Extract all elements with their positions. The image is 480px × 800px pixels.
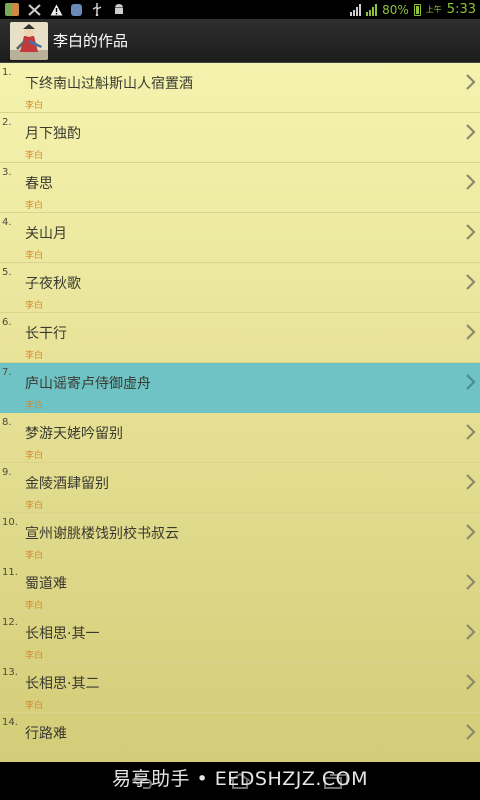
list-item-title: 庐山谣寄卢侍御虚舟 bbox=[25, 376, 151, 392]
app-bar: 李白的作品 bbox=[0, 19, 480, 63]
list-item-title: 长相思·其二 bbox=[25, 676, 100, 692]
list-item-index: 3. bbox=[2, 167, 12, 178]
list-item-title: 下终南山过斛斯山人宿置酒 bbox=[25, 76, 193, 92]
list-item-author: 李白 bbox=[25, 701, 44, 711]
app-grid-icon bbox=[5, 3, 19, 16]
status-bar: 80% 上午 5:33 bbox=[0, 0, 480, 19]
chevron-right-icon bbox=[466, 424, 476, 440]
clock-ampm: 上午 bbox=[425, 5, 442, 14]
list-item-author: 李白 bbox=[25, 651, 44, 661]
list-item-author: 李白 bbox=[25, 501, 44, 511]
list-item-author: 李白 bbox=[25, 101, 44, 111]
poem-list: 1. 下终南山过斛斯山人宿置酒 李白 2. 月下独酌 李白 3. 春思 李白 4. 关山月 李白 5. 子… bbox=[0, 63, 480, 762]
chevron-right-icon bbox=[466, 674, 476, 690]
status-bar-system: 80% 上午 5:33 bbox=[350, 2, 480, 17]
list-item[interactable]: 10. 宣州谢朓楼饯别校书叔云李白 bbox=[0, 513, 480, 563]
navigation-bar bbox=[0, 762, 480, 800]
page-title: 李白的作品 bbox=[53, 32, 129, 50]
list-item-title: 宣州谢朓楼饯别校书叔云 bbox=[25, 526, 179, 542]
back-button[interactable] bbox=[131, 772, 157, 790]
list-item[interactable]: 11. 蜀道难李白 bbox=[0, 563, 480, 613]
list-item-index: 10. bbox=[2, 517, 18, 528]
status-bar-notifications bbox=[0, 3, 350, 16]
list-item[interactable]: 5. 子夜秋歌李白 bbox=[0, 263, 480, 313]
chevron-right-icon bbox=[466, 74, 476, 90]
list-item[interactable]: 12. 长相思·其一李白 bbox=[0, 613, 480, 663]
chevron-right-icon bbox=[466, 324, 476, 340]
list-item-index: 7. bbox=[2, 367, 12, 378]
list-item-title: 月下独酌 bbox=[25, 126, 81, 142]
signal-strength-icon bbox=[350, 3, 362, 16]
list-item-title: 长相思·其一 bbox=[25, 626, 100, 642]
chevron-right-icon bbox=[466, 274, 476, 290]
list-item-author: 李白 bbox=[25, 551, 44, 561]
list-item[interactable]: 3. 春思李白 bbox=[0, 163, 480, 213]
list-item-author: 李白 bbox=[25, 301, 44, 311]
chevron-right-icon bbox=[466, 524, 476, 540]
list-item[interactable]: 13. 长相思·其二李白 bbox=[0, 663, 480, 713]
warning-icon bbox=[49, 3, 63, 16]
list-item-index: 5. bbox=[2, 267, 12, 278]
list-item[interactable]: 9. 金陵酒肆留别李白 bbox=[0, 463, 480, 513]
android-icon bbox=[112, 3, 126, 16]
list-item-index: 6. bbox=[2, 317, 12, 328]
list-item-index: 1. bbox=[2, 67, 12, 78]
list-item-index: 9. bbox=[2, 467, 12, 478]
list-item[interactable]: 1. 下终南山过斛斯山人宿置酒李白 bbox=[0, 63, 480, 113]
list-item[interactable]: 4. 关山月李白 bbox=[0, 213, 480, 263]
recent-apps-button[interactable] bbox=[323, 772, 349, 790]
chevron-right-icon bbox=[466, 374, 476, 390]
tools-icon bbox=[27, 3, 41, 16]
chevron-right-icon bbox=[466, 174, 476, 190]
list-item-author: 李白 bbox=[25, 401, 44, 411]
chevron-right-icon bbox=[466, 474, 476, 490]
list-item-title: 春思 bbox=[25, 176, 53, 192]
shield-icon bbox=[71, 3, 82, 16]
list-item-title: 长干行 bbox=[25, 326, 67, 342]
list-item-author: 李白 bbox=[25, 151, 44, 161]
screen: 80% 上午 5:33 李白的作品 1. 下终南山过斛斯山人宿置酒李白 2. 月下独酌… bbox=[0, 0, 480, 800]
chevron-right-icon bbox=[466, 624, 476, 640]
list-item-title: 蜀道难 bbox=[25, 576, 67, 592]
list-item-title: 金陵酒肆留别 bbox=[25, 476, 109, 492]
chevron-right-icon bbox=[466, 224, 476, 240]
list-item[interactable]: 14. 行路难 bbox=[0, 713, 480, 762]
battery-icon bbox=[413, 3, 421, 16]
list-item-index: 11. bbox=[2, 567, 18, 578]
chevron-right-icon bbox=[466, 724, 476, 740]
usb-icon bbox=[90, 3, 104, 16]
list-item-author: 李白 bbox=[25, 251, 44, 261]
list-item-index: 12. bbox=[2, 617, 18, 628]
list-item-index: 14. bbox=[2, 717, 18, 728]
app-icon[interactable] bbox=[10, 21, 48, 60]
list-item-title: 关山月 bbox=[25, 226, 67, 242]
list-item[interactable]: 7. 庐山谣寄卢侍御虚舟李白 bbox=[0, 363, 480, 413]
signal-strength-secondary-icon bbox=[366, 3, 378, 16]
chevron-right-icon bbox=[466, 124, 476, 140]
list-item-title: 梦游天姥吟留别 bbox=[25, 426, 123, 442]
chevron-right-icon bbox=[466, 574, 476, 590]
list-item-index: 8. bbox=[2, 417, 12, 428]
list-item-index: 13. bbox=[2, 667, 18, 678]
battery-percent: 80% bbox=[382, 2, 409, 17]
list-item-title: 子夜秋歌 bbox=[25, 276, 81, 292]
list-item-title: 行路难 bbox=[25, 726, 67, 742]
list-item-author: 李白 bbox=[25, 351, 44, 361]
list-item-index: 4. bbox=[2, 217, 12, 228]
list-item-index: 2. bbox=[2, 117, 12, 128]
list-item-author: 李白 bbox=[25, 601, 44, 611]
home-button[interactable] bbox=[227, 772, 253, 790]
list-item[interactable]: 8. 梦游天姥吟留别李白 bbox=[0, 413, 480, 463]
list-item-author: 李白 bbox=[25, 451, 44, 461]
list-item[interactable]: 2. 月下独酌李白 bbox=[0, 113, 480, 163]
clock-time: 5:33 bbox=[446, 2, 476, 17]
list-item[interactable]: 6. 长干行李白 bbox=[0, 313, 480, 363]
list-item-author: 李白 bbox=[25, 201, 44, 211]
